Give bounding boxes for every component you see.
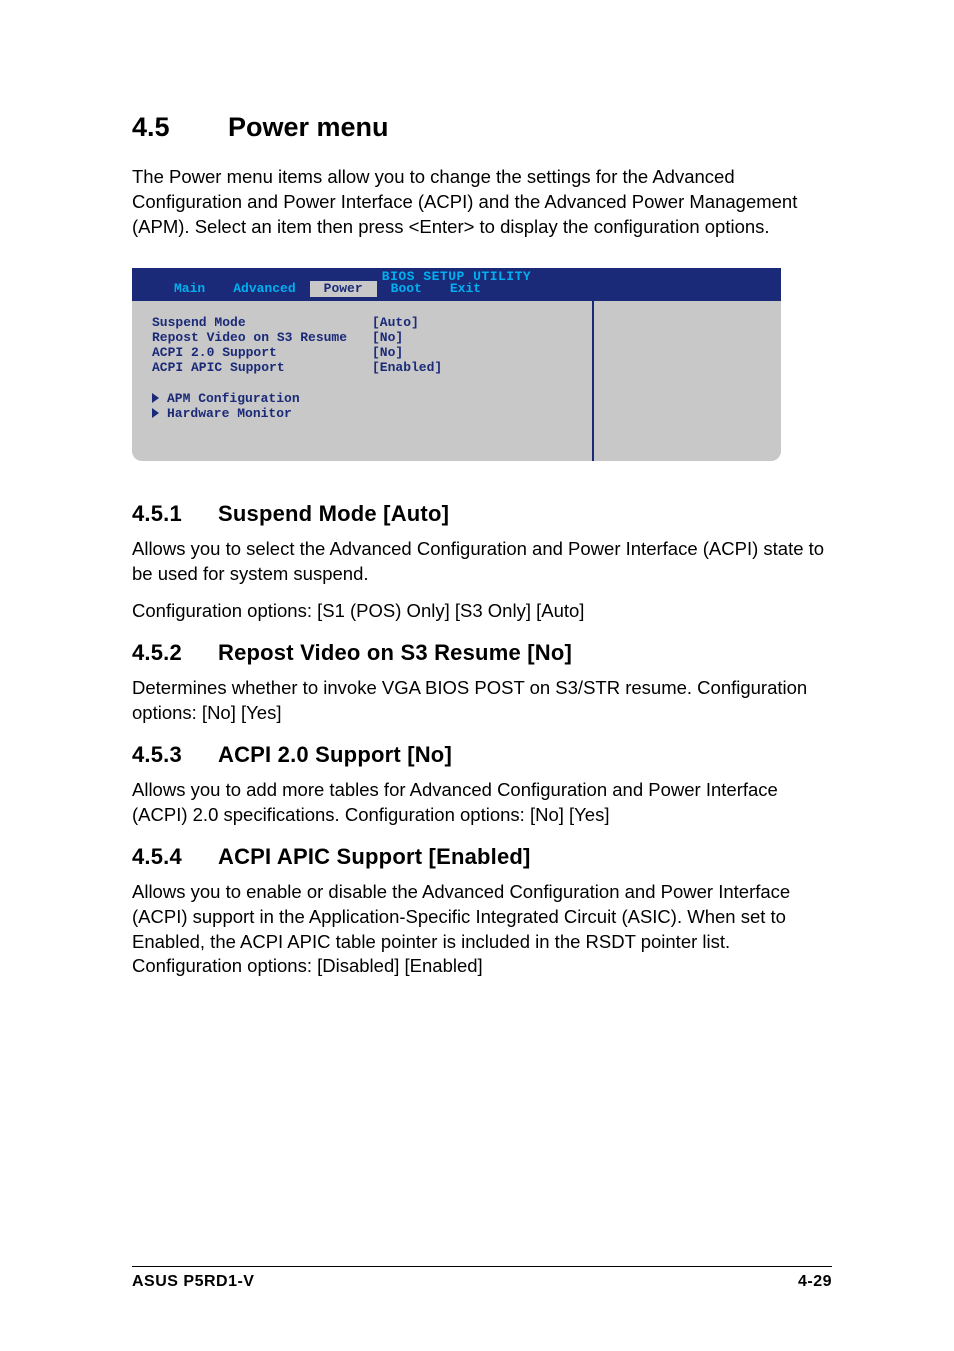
- bios-window: BIOS SETUP UTILITY Main Advanced Power B…: [132, 268, 781, 461]
- bios-option-row[interactable]: Repost Video on S3 Resume [No]: [152, 330, 584, 345]
- subsection: 4.5.2Repost Video on S3 Resume [No] Dete…: [132, 640, 832, 726]
- subsection-heading: 4.5.3ACPI 2.0 Support [No]: [132, 742, 832, 768]
- bios-help-pane: [592, 301, 781, 461]
- subsection-heading: 4.5.2Repost Video on S3 Resume [No]: [132, 640, 832, 666]
- section-intro: The Power menu items allow you to change…: [132, 165, 832, 240]
- bios-submenu-label: APM Configuration: [167, 391, 300, 406]
- bios-option-value: [No]: [372, 330, 403, 345]
- section-number: 4.5: [132, 112, 228, 143]
- section-title-text: Power menu: [228, 112, 389, 142]
- bios-option-value: [No]: [372, 345, 403, 360]
- subsection-paragraph: Allows you to add more tables for Advanc…: [132, 778, 832, 828]
- bios-option-row[interactable]: ACPI 2.0 Support [No]: [152, 345, 584, 360]
- bios-option-label: Suspend Mode: [152, 315, 372, 330]
- section-heading: 4.5Power menu: [132, 112, 832, 143]
- subsection-title-text: ACPI APIC Support [Enabled]: [218, 844, 531, 869]
- subsection: 4.5.3ACPI 2.0 Support [No] Allows you to…: [132, 742, 832, 828]
- subsection-paragraph: Configuration options: [S1 (POS) Only] […: [132, 599, 832, 624]
- subsection-title-text: Repost Video on S3 Resume [No]: [218, 640, 572, 665]
- bios-option-label: ACPI APIC Support: [152, 360, 372, 375]
- subsection: 4.5.1Suspend Mode [Auto] Allows you to s…: [132, 501, 832, 624]
- bios-tab-boot[interactable]: Boot: [377, 281, 436, 297]
- subsection-title-text: ACPI 2.0 Support [No]: [218, 742, 452, 767]
- bios-header: BIOS SETUP UTILITY Main Advanced Power B…: [132, 268, 781, 301]
- bios-submenu-item[interactable]: APM Configuration: [152, 391, 584, 406]
- bios-option-label: Repost Video on S3 Resume: [152, 330, 372, 345]
- subsection-heading: 4.5.4ACPI APIC Support [Enabled]: [132, 844, 832, 870]
- bios-tab-power[interactable]: Power: [310, 281, 377, 297]
- subsection-number: 4.5.2: [132, 640, 218, 666]
- bios-screenshot: BIOS SETUP UTILITY Main Advanced Power B…: [132, 268, 781, 461]
- bios-option-row[interactable]: Suspend Mode [Auto]: [152, 315, 584, 330]
- subsection-paragraph: Allows you to enable or disable the Adva…: [132, 880, 832, 980]
- bios-tab-exit[interactable]: Exit: [436, 281, 495, 297]
- subsection-heading: 4.5.1Suspend Mode [Auto]: [132, 501, 832, 527]
- bios-option-value: [Auto]: [372, 315, 419, 330]
- subsection-number: 4.5.1: [132, 501, 218, 527]
- page-footer: ASUS P5RD1-V 4-29: [132, 1266, 832, 1291]
- bios-tabbar: Main Advanced Power Boot Exit: [132, 281, 781, 297]
- bios-body: Suspend Mode [Auto] Repost Video on S3 R…: [132, 301, 781, 461]
- bios-submenu-list: APM Configuration Hardware Monitor: [152, 391, 584, 421]
- subsection-paragraph: Allows you to select the Advanced Config…: [132, 537, 832, 587]
- bios-option-row[interactable]: ACPI APIC Support [Enabled]: [152, 360, 584, 375]
- footer-page-number: 4-29: [798, 1273, 832, 1291]
- subsection-title-text: Suspend Mode [Auto]: [218, 501, 449, 526]
- bios-options-pane: Suspend Mode [Auto] Repost Video on S3 R…: [132, 301, 592, 461]
- footer-product: ASUS P5RD1-V: [132, 1273, 254, 1291]
- bios-option-label: ACPI 2.0 Support: [152, 345, 372, 360]
- subsection-number: 4.5.3: [132, 742, 218, 768]
- subsection-paragraph: Determines whether to invoke VGA BIOS PO…: [132, 676, 832, 726]
- subsection-number: 4.5.4: [132, 844, 218, 870]
- bios-option-value: [Enabled]: [372, 360, 442, 375]
- subsection: 4.5.4ACPI APIC Support [Enabled] Allows …: [132, 844, 832, 980]
- bios-tab-main[interactable]: Main: [160, 281, 219, 297]
- bios-tab-advanced[interactable]: Advanced: [219, 281, 309, 297]
- bios-submenu-item[interactable]: Hardware Monitor: [152, 406, 584, 421]
- bios-submenu-label: Hardware Monitor: [167, 406, 292, 421]
